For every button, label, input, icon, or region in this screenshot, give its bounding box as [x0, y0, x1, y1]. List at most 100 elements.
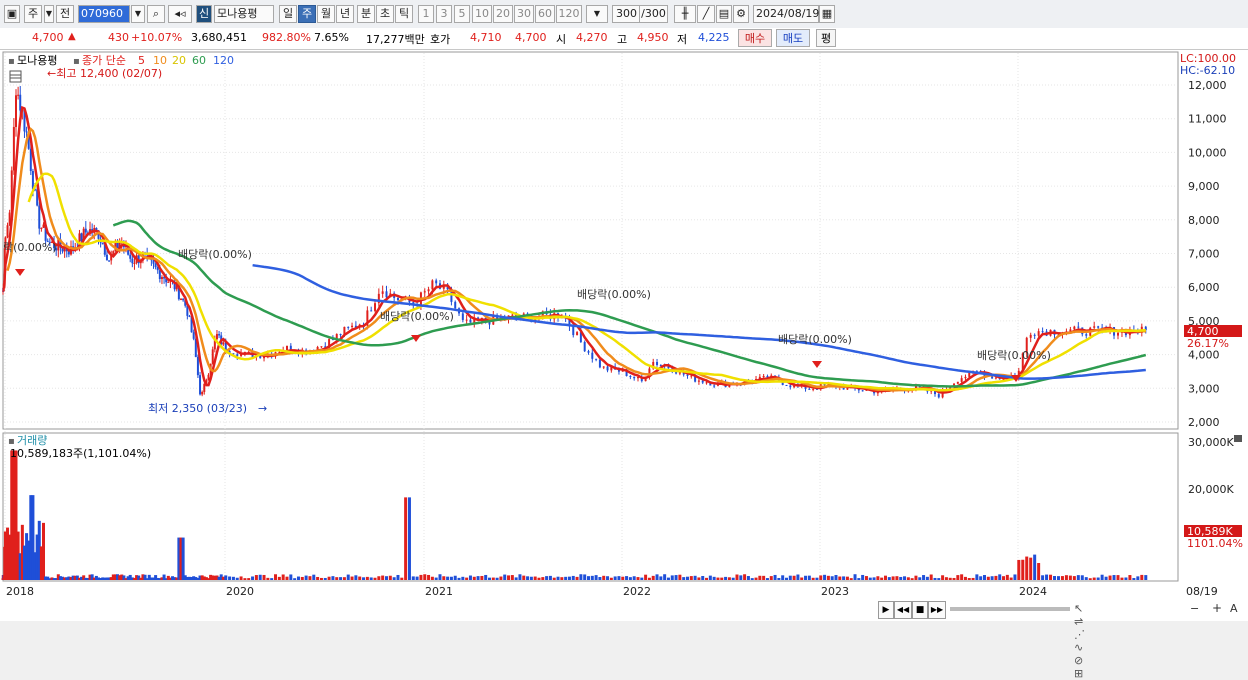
chart-type-icon[interactable]: ╱ [697, 5, 715, 23]
volume-close-icon[interactable] [1234, 435, 1242, 442]
candle-body [131, 258, 134, 264]
volume-bar [769, 576, 773, 580]
volume-bar [705, 577, 709, 580]
volume-bar [1053, 576, 1057, 580]
bid-price-2: 4,700 [515, 31, 547, 44]
volume-bar [933, 577, 937, 580]
interval-20[interactable]: 20 [493, 5, 513, 23]
gear-icon[interactable]: ⚙ [733, 5, 749, 23]
code-dropdown-icon[interactable]: ▼ [131, 5, 145, 23]
x-tick: 2024 [1019, 585, 1047, 598]
drawing-tools-icon[interactable]: ↖ ⇌ ⋰ ∿ ⊘ ⊞ [1074, 602, 1085, 680]
candle-body [129, 254, 132, 259]
candle-body [6, 225, 9, 238]
volume-value: 10,589,183주(1,101.04%) [10, 447, 151, 460]
volume-bar [507, 575, 511, 580]
calendar-icon[interactable]: ▦ [819, 5, 835, 23]
buy-button[interactable]: 매수 [738, 29, 772, 47]
stock-code-input[interactable]: 070960 [78, 5, 130, 23]
candle-body [431, 280, 434, 290]
week-dropdown-icon[interactable]: ▼ [44, 5, 54, 23]
volume-bar [346, 574, 350, 580]
date-input[interactable]: 2024/08/19 [753, 5, 819, 23]
volume-bar [312, 574, 316, 580]
price-tick: 11,000 [1188, 113, 1227, 126]
candle-body [1029, 334, 1032, 338]
prev-button[interactable]: 전 [56, 5, 74, 23]
fast-forward-button[interactable]: ▶▶ [928, 601, 946, 619]
candle-body [396, 298, 399, 301]
volume-bar [1084, 577, 1088, 580]
rewind-button[interactable]: ◀◀ [894, 601, 912, 619]
x-tick: 2022 [623, 585, 651, 598]
period-day[interactable]: 일 [279, 5, 297, 23]
period-second[interactable]: 초 [376, 5, 394, 23]
volume-bar [998, 574, 1002, 580]
scroll-track[interactable] [950, 607, 1070, 611]
eval-button[interactable]: 평 [816, 29, 836, 47]
period-week[interactable]: 주 [298, 5, 316, 23]
sell-button[interactable]: 매도 [776, 29, 810, 47]
volume-bar [910, 578, 914, 580]
stop-button[interactable]: ■ [912, 601, 928, 619]
volume-bar [499, 576, 503, 580]
save-icon[interactable]: ▤ [716, 5, 732, 23]
interval-3[interactable]: 3 [436, 5, 452, 23]
candle-body [133, 262, 136, 264]
volume-bar [609, 577, 613, 580]
candle-body [812, 388, 815, 390]
volume-bar [381, 575, 385, 580]
volume-bar [655, 574, 659, 580]
vol-tick-30000: 30,000K [1188, 436, 1234, 449]
candle-body [937, 394, 940, 398]
open-price: 4,270 [576, 31, 608, 44]
auto-scale-button[interactable]: A [1230, 602, 1238, 615]
volume-bar [228, 576, 232, 580]
search-icon[interactable]: ⌕ [147, 5, 165, 23]
scroll-right-button[interactable]: ▶ [878, 601, 894, 619]
table-icon[interactable] [9, 70, 22, 83]
candle-icon[interactable]: ╫ [674, 5, 696, 23]
candle-body [285, 345, 288, 351]
period-minute[interactable]: 분 [357, 5, 375, 23]
interval-5[interactable]: 5 [454, 5, 470, 23]
count-input[interactable]: 300 [612, 5, 640, 23]
volume-bar [518, 574, 522, 580]
volume-bar [621, 576, 625, 580]
candle-body [435, 280, 438, 284]
volume-bar [811, 577, 815, 580]
volume-bar [1009, 577, 1013, 580]
volume-bar [266, 577, 270, 580]
volume-bar [365, 576, 369, 580]
interval-120[interactable]: 120 [556, 5, 582, 23]
volume-bar [392, 577, 396, 580]
candle-body [469, 319, 472, 323]
interval-1[interactable]: 1 [418, 5, 434, 23]
chart-area[interactable]: ▪ 모나용평 ▪ 종가 단순 5 10 20 60 120 ←최고 12,400… [0, 50, 1248, 621]
week-button[interactable]: 주 [24, 5, 42, 23]
interval-10[interactable]: 10 [472, 5, 492, 23]
stock-name-field[interactable]: 모나용평 [214, 5, 274, 23]
volume-bar [1116, 575, 1120, 580]
period-month[interactable]: 월 [317, 5, 335, 23]
period-year[interactable]: 년 [336, 5, 354, 23]
interval-30[interactable]: 30 [514, 5, 534, 23]
speaker-icon[interactable]: ◂◃ [168, 5, 192, 23]
price-pane-border [2, 51, 1179, 430]
interval-60[interactable]: 60 [535, 5, 555, 23]
volume-bar [788, 575, 792, 580]
volume-bar [541, 577, 545, 580]
volume-bar [918, 577, 922, 580]
volume-bar [765, 578, 769, 580]
volume-bar [567, 576, 571, 580]
volume-bar [560, 577, 564, 580]
period-tick[interactable]: 틱 [395, 5, 413, 23]
volume-bar [1045, 574, 1049, 580]
zoom-in-button[interactable]: + [1212, 601, 1222, 615]
candle-body [211, 349, 214, 364]
window-menu-icon[interactable]: ▣ [4, 5, 20, 23]
interval-dropdown-icon[interactable]: ▼ [586, 5, 608, 23]
volume-bar [971, 577, 975, 580]
volume-bar [849, 578, 853, 580]
zoom-out-button[interactable]: − [1190, 602, 1199, 615]
